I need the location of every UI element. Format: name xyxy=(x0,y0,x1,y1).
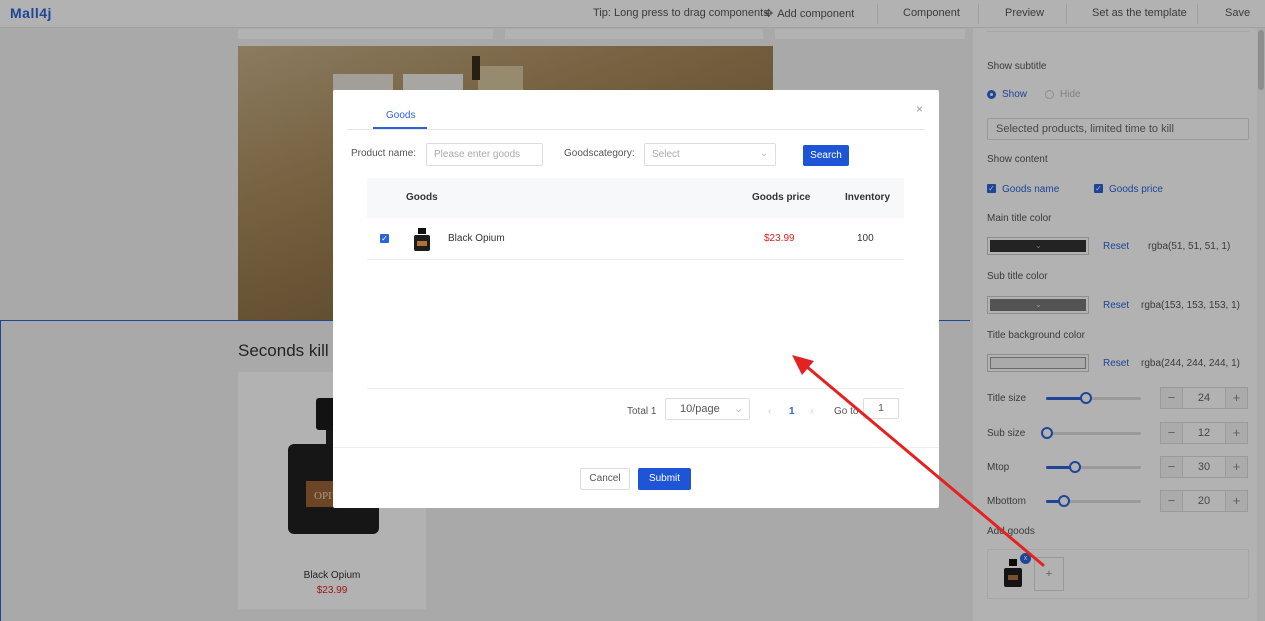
close-icon[interactable]: × xyxy=(916,102,923,116)
category-select[interactable]: Select ⌄ xyxy=(644,143,776,166)
perfume-thumbnail-icon xyxy=(414,228,430,251)
col-price: Goods price xyxy=(752,192,811,203)
pagination-total: Total 1 xyxy=(627,406,657,417)
col-goods: Goods xyxy=(406,192,438,203)
row-goods-name: Black Opium xyxy=(448,233,505,244)
row-inventory: 100 xyxy=(857,233,874,244)
submit-button[interactable]: Submit xyxy=(638,468,691,490)
category-label: Goodscategory: xyxy=(564,148,635,159)
chevron-down-icon: ⌄ xyxy=(760,148,769,159)
cancel-button[interactable]: Cancel xyxy=(580,468,630,490)
chevron-down-icon: ⌄ xyxy=(734,403,744,415)
product-name-input[interactable]: Please enter goods xyxy=(426,143,543,166)
page-size-value: 10/page xyxy=(680,403,720,415)
search-button[interactable]: Search xyxy=(803,145,849,166)
tab-divider xyxy=(347,129,925,130)
annotation-arrow-icon xyxy=(792,355,1045,567)
row-goods-price: $23.99 xyxy=(764,233,795,244)
col-inventory: Inventory xyxy=(845,192,891,203)
tab-goods[interactable]: Goods xyxy=(386,110,415,121)
row-checkbox[interactable]: ✓ xyxy=(380,234,389,243)
table-row[interactable]: ✓ Black Opium $23.99 100 xyxy=(367,218,904,260)
prev-page-icon[interactable]: ‹ xyxy=(768,406,771,417)
product-name-label: Product name: xyxy=(351,148,417,159)
page-size-select[interactable]: 10/page ⌄ xyxy=(665,398,750,420)
goods-table-header: Goods Goods price Inventory xyxy=(367,178,904,218)
category-placeholder: Select xyxy=(652,149,680,160)
